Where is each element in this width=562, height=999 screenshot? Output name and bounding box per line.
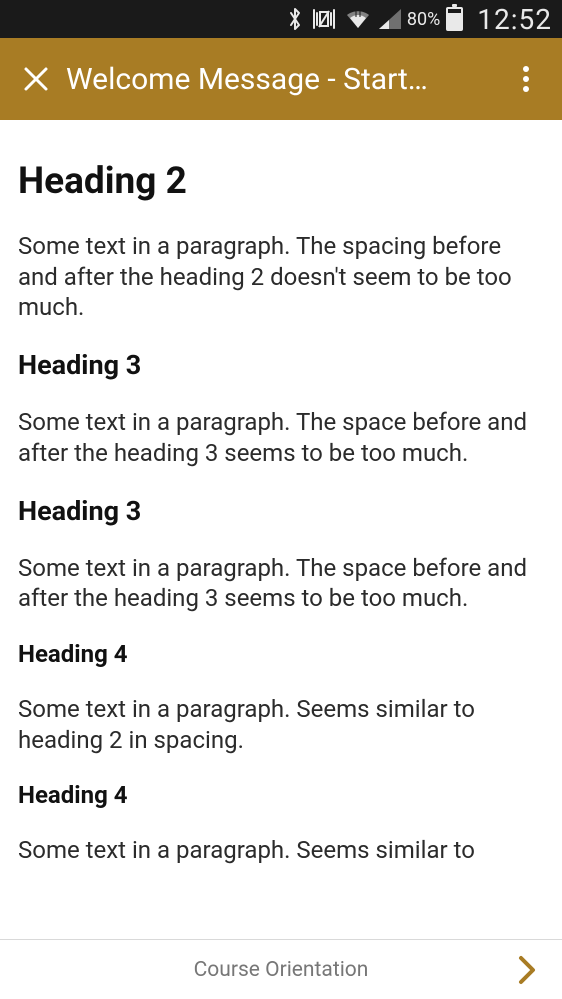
heading-4: Heading 4 xyxy=(18,640,544,668)
paragraph: Some text in a paragraph. The space befo… xyxy=(18,553,544,614)
status-clock: 12:52 xyxy=(477,3,552,36)
heading-3: Heading 3 xyxy=(18,495,544,527)
paragraph: Some text in a paragraph. The space befo… xyxy=(18,407,544,468)
content-area[interactable]: Heading 2 Some text in a paragraph. The … xyxy=(0,120,562,940)
more-vertical-icon xyxy=(522,65,530,93)
bottom-nav-bar: Course Orientation xyxy=(0,939,562,999)
heading-3: Heading 3 xyxy=(18,349,544,381)
status-bar: 80% 12:52 xyxy=(0,0,562,38)
battery-percentage: 80% xyxy=(407,9,440,30)
app-bar: Welcome Message - Start… xyxy=(0,38,562,120)
next-button[interactable] xyxy=(502,940,552,999)
vibrate-icon xyxy=(311,8,337,30)
wifi-icon xyxy=(345,9,371,29)
close-icon xyxy=(23,66,49,92)
battery-icon xyxy=(446,7,463,31)
signal-icon xyxy=(379,9,401,29)
paragraph: Some text in a paragraph. Seems similar … xyxy=(18,694,544,755)
heading-4: Heading 4 xyxy=(18,781,544,809)
paragraph: Some text in a paragraph. The spacing be… xyxy=(18,231,544,323)
heading-2: Heading 2 xyxy=(18,160,544,203)
overflow-menu-button[interactable] xyxy=(504,57,548,101)
chevron-right-icon xyxy=(517,955,537,985)
close-button[interactable] xyxy=(14,57,58,101)
page-title: Welcome Message - Start… xyxy=(58,62,504,97)
bottom-nav-label: Course Orientation xyxy=(194,958,369,982)
status-icons: 80% 12:52 xyxy=(287,3,552,36)
bluetooth-icon xyxy=(287,7,303,31)
paragraph: Some text in a paragraph. Seems similar … xyxy=(18,835,544,866)
